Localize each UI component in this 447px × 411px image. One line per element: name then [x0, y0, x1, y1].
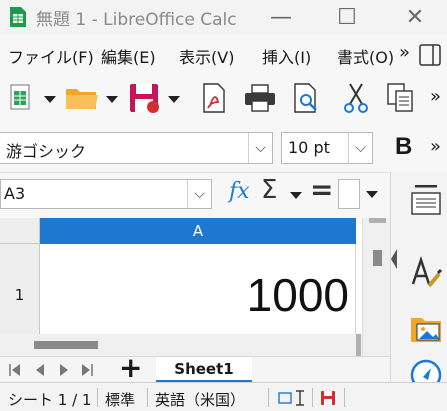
status-separator	[147, 388, 148, 407]
export-pdf-button[interactable]	[196, 80, 232, 116]
sidebar-deck	[390, 172, 447, 382]
page-style[interactable]: 標準	[105, 389, 135, 410]
insert-mode-icon[interactable]	[278, 390, 306, 406]
window-title: 無題 1 - LibreOffice Calc	[36, 10, 237, 30]
status-separator	[268, 388, 269, 407]
menu-edit[interactable]: 編集(E)	[101, 44, 156, 68]
sheet-navigation-arrows-icon[interactable]	[8, 361, 94, 379]
document-modified-icon[interactable]	[320, 390, 336, 406]
horizontal-scroll-thumb[interactable]	[34, 341, 98, 349]
font-size-combobox[interactable]: 10 pt ⌵	[281, 132, 373, 164]
horizontal-split-handle[interactable]	[356, 334, 361, 356]
sum-dropdown-arrow-icon[interactable]	[290, 192, 302, 199]
maximize-button[interactable]: ☐	[324, 0, 370, 34]
status-bar: シート 1 / 1 標準 英語（米国）	[0, 382, 447, 411]
maximize-icon: ☐	[337, 4, 357, 30]
menu-format[interactable]: 書式(O)	[337, 44, 394, 68]
gallery-icon[interactable]	[409, 312, 443, 346]
formula-bar: A3 ⌵ fx Σ =	[0, 172, 390, 218]
menu-insert[interactable]: 挿入(I)	[262, 44, 311, 68]
name-box[interactable]: A3 ⌵	[0, 179, 212, 209]
sidebar-menu-icon[interactable]	[409, 182, 443, 216]
sheet-tab-sheet1[interactable]: Sheet1	[156, 357, 252, 383]
column-header-a[interactable]: A	[40, 218, 356, 244]
properties-icon[interactable]	[409, 256, 443, 290]
status-separator	[312, 388, 313, 407]
close-icon: ✕	[405, 4, 425, 30]
font-name-combobox[interactable]: 游ゴシック ⌵	[0, 132, 273, 164]
print-preview-button[interactable]	[288, 80, 324, 116]
sidebar-collapse-handle[interactable]	[391, 232, 397, 288]
status-separator	[344, 388, 345, 407]
status-separator	[97, 388, 98, 407]
expand-formula-bar-arrow-icon[interactable]	[366, 191, 378, 198]
cut-icon	[344, 83, 368, 113]
print-icon	[245, 84, 275, 112]
sheet-tab-bar: + Sheet1	[0, 351, 390, 384]
vertical-scroll-thumb[interactable]	[373, 250, 382, 266]
close-button[interactable]: ✕	[392, 0, 438, 34]
export-pdf-icon	[203, 83, 225, 113]
function-wizard-button[interactable]: fx	[229, 179, 250, 204]
language[interactable]: 英語（米国）	[155, 389, 245, 410]
formula-input[interactable]	[338, 179, 360, 209]
print-preview-icon	[294, 83, 317, 113]
copy-icon	[387, 83, 413, 112]
open-dropdown-arrow-icon[interactable]	[106, 96, 118, 103]
add-sheet-button[interactable]: +	[119, 351, 142, 384]
format-overflow-chevron-icon[interactable]: »	[430, 136, 441, 157]
horizontal-scrollbar[interactable]	[0, 334, 362, 356]
title-bar: 無題 1 - LibreOffice Calc — ☐ ✕	[0, 0, 447, 34]
calc-app-icon	[10, 7, 26, 27]
new-dropdown-arrow-icon[interactable]	[44, 96, 56, 103]
font-name-dropdown-chevron-icon[interactable]: ⌵	[248, 133, 272, 163]
select-all-corner[interactable]	[0, 218, 40, 244]
menu-file[interactable]: ファイル(F)	[8, 44, 94, 68]
sidebar-toggle-icon[interactable]	[419, 44, 441, 66]
font-size-dropdown-chevron-icon[interactable]: ⌵	[348, 133, 372, 163]
minimize-icon: —	[270, 4, 292, 30]
save-dropdown-arrow-icon[interactable]	[168, 96, 180, 103]
save-icon	[130, 84, 159, 113]
bold-button[interactable]: B	[395, 133, 412, 161]
menu-overflow-chevron-icon[interactable]: »	[399, 42, 410, 63]
minimize-button[interactable]: —	[258, 0, 304, 34]
save-button[interactable]	[124, 80, 164, 116]
copy-button[interactable]	[382, 80, 418, 116]
menu-bar: ファイル(F) 編集(E) 表示(V) 挿入(I) 書式(O) »	[0, 34, 447, 74]
formatting-toolbar: 游ゴシック ⌵ 10 pt ⌵ B »	[0, 124, 447, 172]
standard-toolbar: »	[0, 74, 447, 124]
cut-button[interactable]	[338, 80, 374, 116]
cell-a1[interactable]: 1000	[40, 244, 356, 346]
font-size-value: 10 pt	[288, 138, 330, 157]
vertical-split-handle[interactable]	[369, 218, 386, 223]
name-box-value: A3	[4, 184, 26, 203]
sum-button[interactable]: Σ	[261, 175, 277, 205]
navigator-icon[interactable]	[409, 358, 443, 382]
vertical-scrollbar[interactable]	[362, 218, 390, 356]
sidebar-collapse-arrow-icon	[391, 249, 397, 269]
toolbar-overflow-chevron-icon[interactable]: »	[430, 86, 441, 107]
open-folder-icon	[66, 89, 98, 109]
menu-view[interactable]: 表示(V)	[179, 44, 234, 68]
new-button[interactable]	[6, 80, 38, 116]
row-header-1[interactable]: 1	[0, 244, 40, 346]
sheet-position[interactable]: シート 1 / 1	[8, 389, 91, 410]
new-spreadsheet-icon	[10, 84, 30, 110]
name-box-chevron-icon[interactable]: ⌵	[187, 180, 211, 208]
font-name-value: 游ゴシック	[6, 142, 87, 161]
print-button[interactable]	[240, 80, 280, 116]
formula-button[interactable]: =	[310, 173, 333, 206]
open-button[interactable]	[62, 80, 102, 116]
